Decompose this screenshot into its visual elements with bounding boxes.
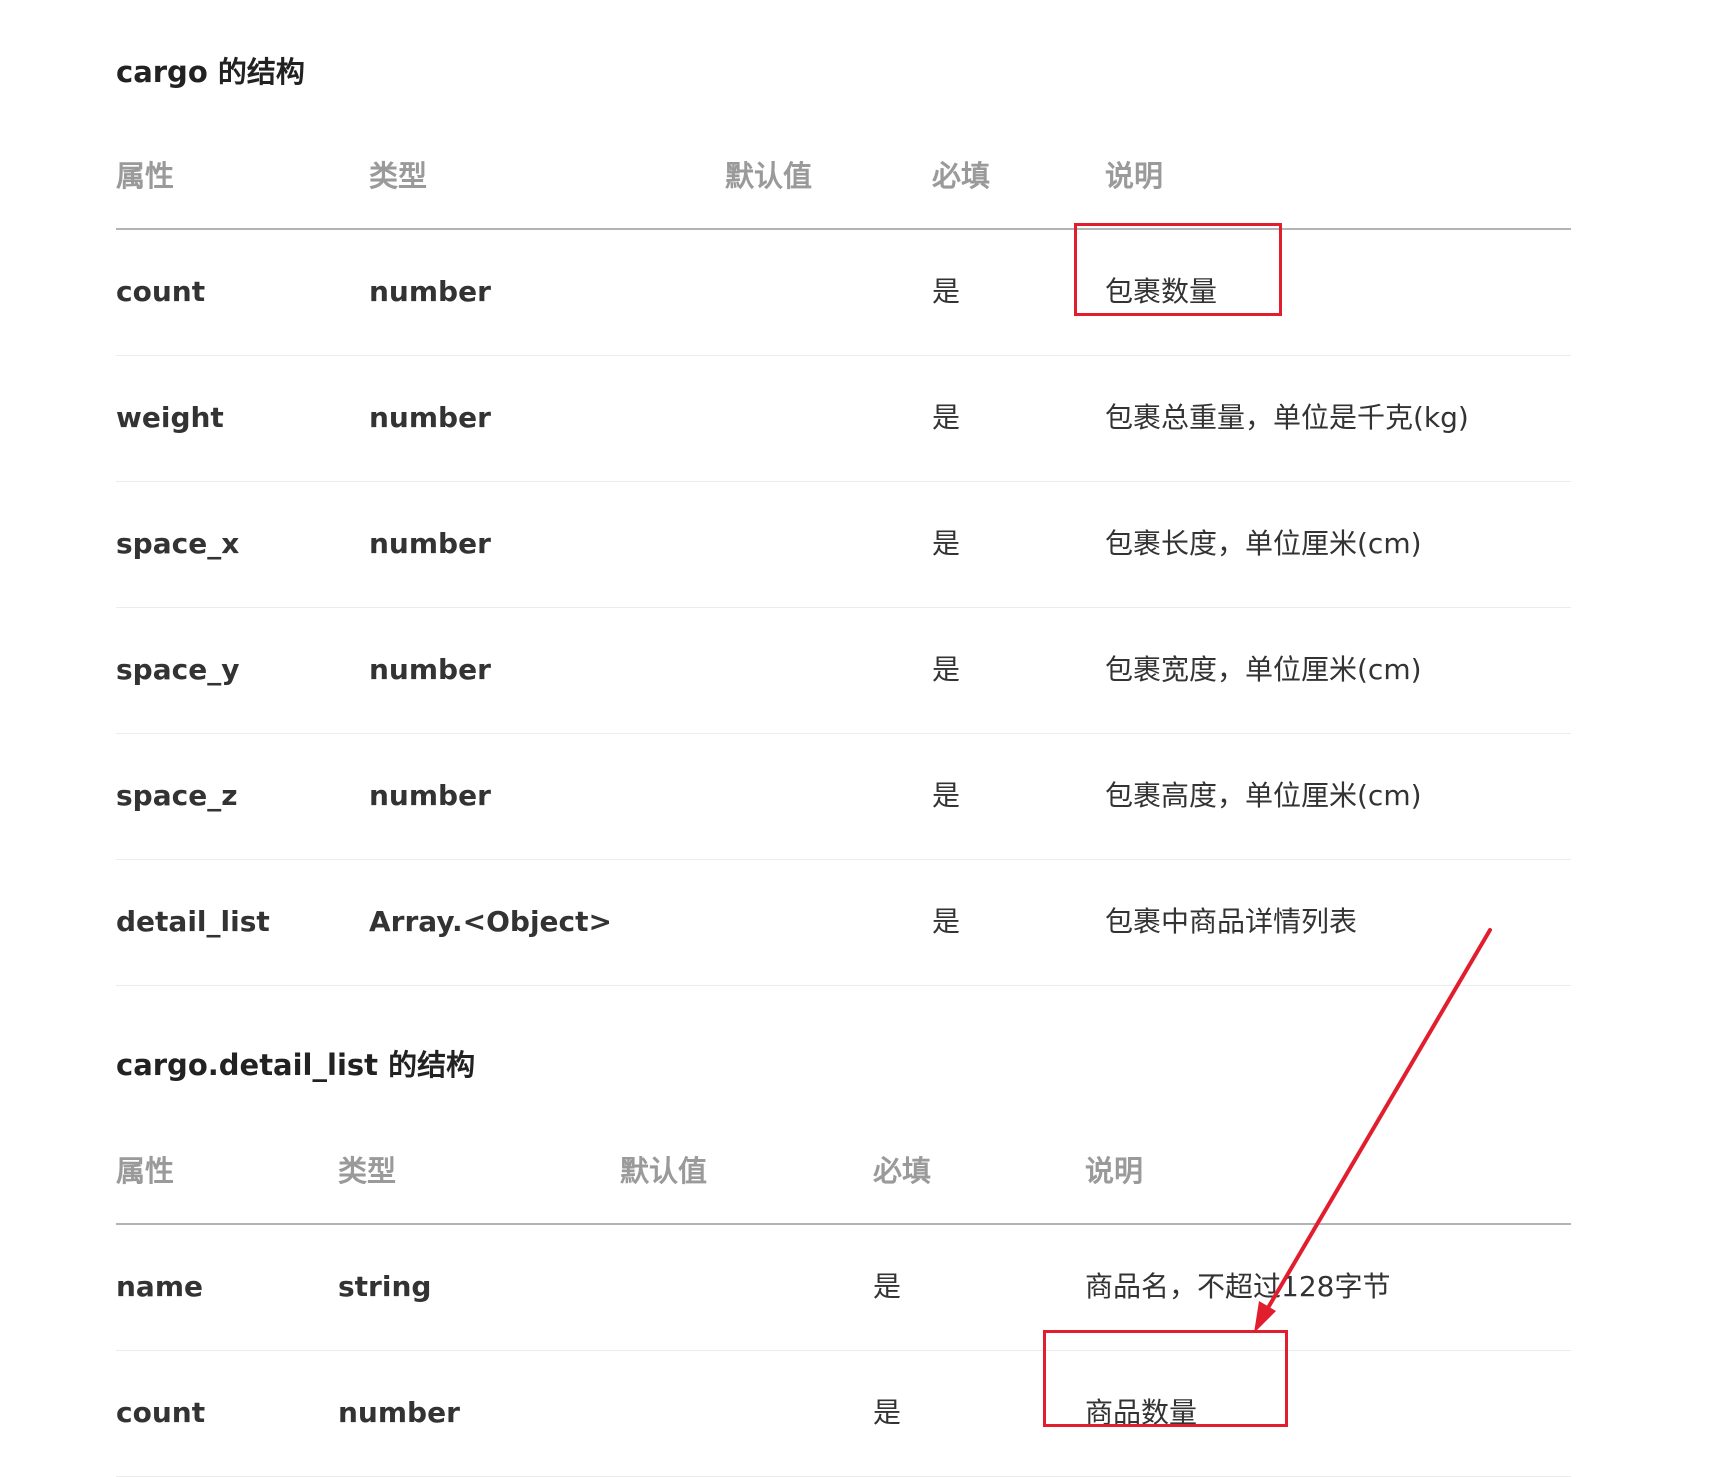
section-title-detail-list: cargo.detail_list 的结构 [116,1048,476,1082]
cell-type: Array.<Object> [369,905,612,938]
header-desc: 说明 [1085,1154,1144,1188]
table-row: count number 是 包裹数量 [116,230,1571,356]
cell-required: 是 [932,779,961,812]
table-row: space_z number 是 包裹高度，单位厘米(cm) [116,734,1571,860]
cell-desc: 包裹总重量，单位是千克(kg) [1105,401,1469,434]
cell-type: string [338,1270,432,1303]
header-type: 类型 [338,1154,397,1188]
table-row: weight number 是 包裹总重量，单位是千克(kg) [116,356,1571,482]
table-row: name string 是 商品名，不超过128字节 [116,1225,1571,1351]
cell-attr: space_y [116,653,240,686]
header-attr: 属性 [116,159,175,193]
cell-attr: count [116,1396,206,1429]
cell-attr: space_z [116,779,238,812]
cell-required: 是 [873,1396,902,1429]
table-cargo: 属性 类型 默认值 必填 说明 count number 是 包裹数量 weig… [116,130,1571,986]
cell-type: number [369,275,491,308]
cell-desc: 包裹宽度，单位厘米(cm) [1105,653,1422,686]
table-row: space_y number 是 包裹宽度，单位厘米(cm) [116,608,1571,734]
cell-type: number [369,653,491,686]
highlight-box-item-count [1043,1330,1288,1427]
cell-desc: 商品名，不超过128字节 [1085,1270,1391,1303]
cell-attr: space_x [116,527,240,560]
cell-required: 是 [932,905,961,938]
table-header: 属性 类型 默认值 必填 说明 [116,1125,1571,1225]
cell-required: 是 [932,653,961,686]
cell-type: number [369,779,491,812]
table-row: count number 是 商品数量 [116,1351,1571,1477]
header-required: 必填 [873,1154,932,1188]
header-attr: 属性 [116,1154,175,1188]
cell-desc: 包裹中商品详情列表 [1105,905,1358,938]
header-type: 类型 [369,159,428,193]
header-desc: 说明 [1105,159,1164,193]
cell-required: 是 [932,401,961,434]
cell-type: number [369,527,491,560]
cell-type: number [369,401,491,434]
cell-required: 是 [873,1270,902,1303]
table-header: 属性 类型 默认值 必填 说明 [116,130,1571,230]
cell-attr: weight [116,401,224,434]
header-default: 默认值 [725,159,813,193]
cell-required: 是 [932,275,961,308]
table-row: detail_list Array.<Object> 是 包裹中商品详情列表 [116,860,1571,986]
table-row: space_x number 是 包裹长度，单位厘米(cm) [116,482,1571,608]
header-default: 默认值 [620,1154,708,1188]
cell-desc: 包裹高度，单位厘米(cm) [1105,779,1422,812]
table-detail-list: 属性 类型 默认值 必填 说明 name string 是 商品名，不超过128… [116,1125,1571,1477]
cell-type: number [338,1396,460,1429]
header-required: 必填 [932,159,991,193]
cell-attr: count [116,275,206,308]
highlight-box-package-count [1074,223,1282,316]
cell-required: 是 [932,527,961,560]
section-title-cargo: cargo 的结构 [116,55,305,89]
cell-attr: name [116,1270,203,1303]
cell-attr: detail_list [116,905,270,938]
cell-desc: 包裹长度，单位厘米(cm) [1105,527,1422,560]
